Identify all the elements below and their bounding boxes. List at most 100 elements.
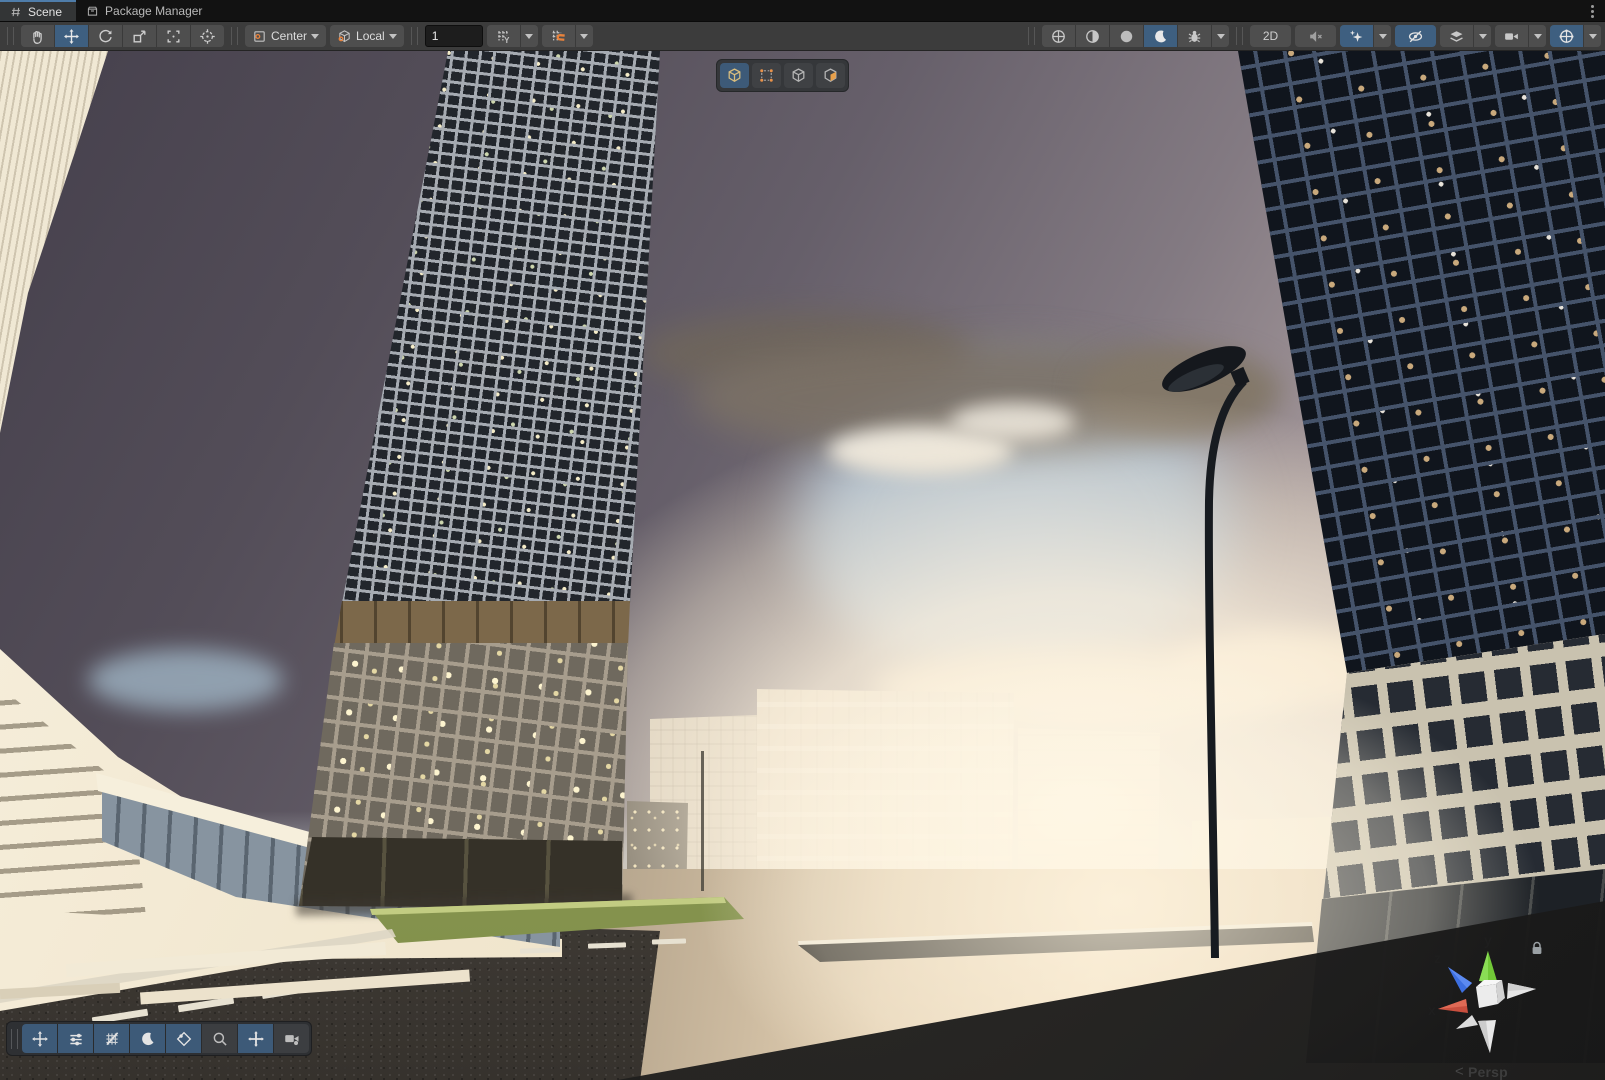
layers-group — [1440, 25, 1491, 47]
toolbar-drag-handle[interactable] — [7, 27, 14, 45]
gizmos-button[interactable] — [1550, 25, 1583, 47]
gizmos-group — [1550, 25, 1601, 47]
overlay-search-button[interactable] — [201, 1024, 237, 1053]
draw-mode-unlit-icon[interactable] — [1109, 25, 1143, 47]
draw-mode-half-sphere-icon[interactable] — [1075, 25, 1109, 47]
gizmo-axis-neg-x[interactable] — [1507, 983, 1536, 999]
overlay-tool-settings-button[interactable] — [57, 1024, 93, 1053]
audio-muted-icon — [1307, 28, 1324, 45]
effects-group — [1340, 25, 1391, 47]
sparkle-star-icon — [1348, 28, 1365, 45]
camera-culling-button[interactable] — [1495, 25, 1528, 47]
scale-tool-button[interactable] — [122, 25, 156, 47]
layers-button[interactable] — [1440, 25, 1473, 47]
cube-face-button[interactable] — [816, 63, 845, 88]
tab-package-manager-label: Package Manager — [105, 4, 202, 18]
projection-label: Persp — [1468, 1064, 1508, 1080]
tab-bar: Scene Package Manager — [0, 0, 1605, 22]
toggle-2d-button[interactable]: 2D — [1250, 25, 1291, 47]
overlay-view-options-button[interactable] — [129, 1024, 165, 1053]
effects-button[interactable] — [1340, 25, 1373, 47]
audio-muted-button[interactable] — [1295, 25, 1336, 47]
camera-culling-dropdown[interactable] — [1528, 25, 1546, 47]
overlay-grid-snap-button[interactable] — [93, 1024, 129, 1053]
gizmo-axis-y[interactable] — [1479, 951, 1497, 982]
gizmo-axis-x[interactable] — [1438, 999, 1468, 1013]
chevron-down-icon — [311, 34, 319, 39]
layers-dropdown[interactable] — [1473, 25, 1491, 47]
transform-tools-group — [21, 25, 224, 47]
pivot-cube-button[interactable] — [720, 63, 749, 88]
overlay-orientation-button[interactable] — [165, 1024, 201, 1053]
tab-package-manager[interactable]: Package Manager — [76, 0, 216, 21]
local-cube-icon — [337, 29, 352, 44]
grid-snapping-group — [542, 25, 593, 47]
gizmo-label-x: x — [1428, 1002, 1436, 1018]
overlays-toolbar — [6, 1021, 312, 1056]
scene-grid-icon — [10, 6, 22, 18]
magnifier-icon — [211, 1030, 229, 1048]
rect-handles-button[interactable] — [752, 63, 781, 88]
gizmo-axis-neg-y[interactable] — [1478, 1020, 1496, 1053]
tab-scene[interactable]: Scene — [0, 0, 76, 21]
gizmos-dropdown[interactable] — [1583, 25, 1601, 47]
scene-view-mode-overlay — [716, 59, 849, 92]
pivot-center-icon — [252, 29, 267, 44]
layers-icon — [1448, 28, 1465, 45]
draw-mode-dropdown[interactable] — [1211, 25, 1229, 47]
pivot-mode-dropdown[interactable]: Center — [245, 25, 326, 47]
kebab-menu-icon[interactable] — [1585, 3, 1599, 19]
toolbar-separator — [231, 27, 238, 45]
handle-orientation-dropdown[interactable]: Local — [330, 25, 404, 47]
grid-snapping-dropdown[interactable] — [575, 25, 593, 47]
overlay-cameras-button[interactable] — [273, 1024, 309, 1053]
effects-dropdown[interactable] — [1373, 25, 1391, 47]
projection-toggle[interactable]: < Persp — [1455, 1063, 1508, 1080]
scene-viewport[interactable]: y z x < Persp — [0, 51, 1605, 1080]
toolbar-separator — [411, 27, 418, 45]
draw-mode-group — [1042, 25, 1229, 47]
gizmo-label-z: z — [1434, 950, 1441, 966]
toolbar-separator — [1236, 27, 1243, 45]
unity-editor-window: Scene Package Manager Center Local — [0, 0, 1605, 1080]
grid-axis-label: Y — [504, 35, 510, 44]
gizmo-axis-neg-z[interactable] — [1456, 1015, 1478, 1029]
draw-mode-night-icon[interactable] — [1143, 25, 1177, 47]
debug-draw-mode-icon[interactable] — [1177, 25, 1211, 47]
gizmo-cube[interactable] — [1476, 980, 1505, 1008]
grid-snapping-button[interactable] — [542, 25, 575, 47]
pan-hand-tool-button[interactable] — [21, 25, 54, 47]
hidden-objects-button[interactable] — [1395, 25, 1436, 47]
pivot-mode-label: Center — [271, 29, 307, 43]
grid-visibility-dropdown[interactable] — [520, 25, 538, 47]
gizmo-axis-z[interactable] — [1448, 967, 1472, 993]
padlock-icon[interactable] — [1530, 941, 1544, 956]
grid-visibility-button[interactable]: Y — [487, 25, 520, 47]
overlay-tools-button[interactable] — [22, 1024, 57, 1053]
toggle-2d-label: 2D — [1263, 29, 1278, 43]
gizmo-label-y: y — [1484, 932, 1492, 948]
eye-slash-icon — [1407, 28, 1424, 45]
video-camera-icon — [283, 1030, 301, 1048]
wire-globe-icon — [1558, 28, 1575, 45]
overlay-drag-handle[interactable] — [11, 1029, 18, 1049]
toolbar-drag-handle[interactable] — [1028, 27, 1035, 45]
rotate-tool-button[interactable] — [88, 25, 122, 47]
package-icon — [86, 5, 99, 17]
handle-orientation-label: Local — [356, 29, 385, 43]
move-tool-button[interactable] — [54, 25, 88, 47]
transform-tool-button[interactable] — [190, 25, 224, 47]
ground-glow — [0, 51, 1605, 1080]
camera-group — [1495, 25, 1546, 47]
draw-mode-shaded-icon[interactable] — [1042, 25, 1075, 47]
chevron-down-icon — [389, 34, 397, 39]
main-toolbar: Center Local Y 2D — [0, 22, 1605, 51]
video-camera-icon — [1503, 28, 1520, 45]
overlay-move-button[interactable] — [237, 1024, 273, 1053]
grid-visibility-group: Y — [487, 25, 538, 47]
grid-size-input[interactable] — [425, 25, 483, 47]
cube-outline-button[interactable] — [784, 63, 813, 88]
rect-tool-button[interactable] — [156, 25, 190, 47]
orientation-gizmo[interactable]: y z x — [1408, 929, 1568, 1080]
tab-scene-label: Scene — [28, 5, 62, 19]
